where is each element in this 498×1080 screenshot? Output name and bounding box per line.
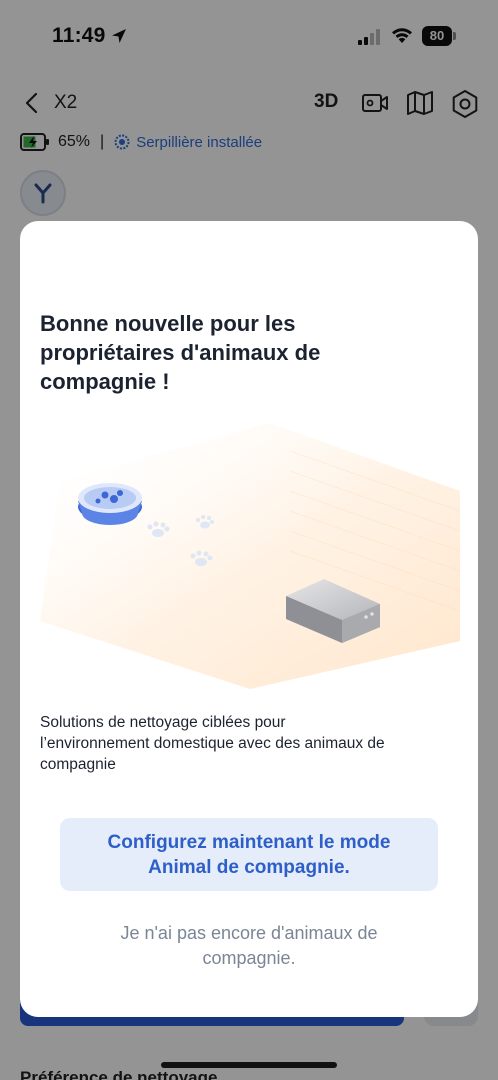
no-pets-yet-button[interactable]: Je n'ai pas encore d'animaux de compagni… [60,921,438,973]
pet-cleaning-illustration [40,423,461,689]
pet-bowl-icon [78,483,142,525]
dialog-description: Solutions de nettoyage ciblées pour l’en… [40,714,385,773]
pet-mode-dialog: Bonne nouvelle pour les propriétaires d'… [20,221,478,1017]
home-indicator[interactable] [161,1062,337,1068]
dialog-title: Bonne nouvelle pour les propriétaires d'… [40,311,321,394]
configure-pet-mode-label: Configurez maintenant le mode Animal de … [107,831,391,878]
configure-pet-mode-button[interactable]: Configurez maintenant le mode Animal de … [60,818,438,891]
